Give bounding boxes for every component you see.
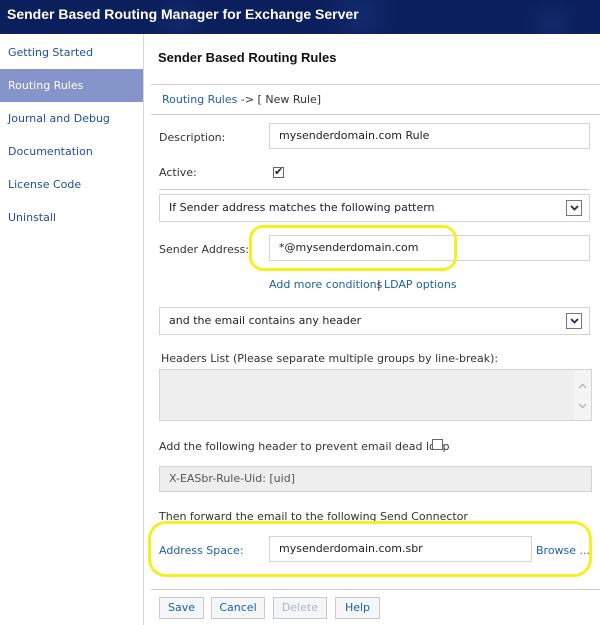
sidebar-item-documentation[interactable]: Documentation	[0, 135, 143, 168]
divider	[151, 589, 600, 590]
main-panel: Sender Based Routing Rules Routing Rules…	[145, 34, 600, 625]
page-title: Sender Based Routing Rules	[158, 50, 337, 65]
app-title-bar: Sender Based Routing Manager for Exchang…	[0, 0, 600, 34]
headers-list-label: Headers List (Please separate multiple g…	[161, 352, 499, 365]
sidebar-item-getting-started[interactable]: Getting Started	[0, 36, 143, 69]
dead-loop-checkbox[interactable]	[432, 439, 443, 450]
headers-list-textarea[interactable]	[159, 369, 592, 421]
sender-address-input[interactable]: *@mysenderdomain.com	[269, 235, 590, 261]
breadcrumb-separator: ->	[237, 93, 258, 106]
description-label: Description:	[159, 131, 226, 144]
help-button[interactable]: Help	[335, 597, 380, 619]
sidebar-item-journal-and-debug[interactable]: Journal and Debug	[0, 102, 143, 135]
checkmark-icon: ✔	[274, 165, 284, 178]
address-space-input[interactable]: mysenderdomain.com.sbr	[269, 536, 532, 562]
scroll-up-icon[interactable]	[578, 383, 587, 389]
save-button[interactable]: Save	[159, 597, 204, 619]
sidebar-nav: Getting Started Routing Rules Journal an…	[0, 34, 144, 625]
delete-button[interactable]: Delete	[273, 597, 327, 619]
divider	[151, 84, 600, 85]
condition-type-select[interactable]: If Sender address matches the following …	[159, 194, 590, 222]
breadcrumb-routing-rules-link[interactable]: Routing Rules	[162, 93, 237, 106]
scroll-down-icon[interactable]	[578, 403, 587, 409]
forward-label: Then forward the email to the following …	[159, 510, 468, 523]
cancel-button[interactable]: Cancel	[211, 597, 265, 619]
sender-address-label: Sender Address:	[159, 243, 250, 256]
textarea-scrollbar[interactable]	[574, 370, 591, 420]
address-space-label: Address Space:	[159, 544, 244, 557]
breadcrumb: Routing Rules -> [ New Rule]	[162, 93, 321, 106]
breadcrumb-current: [ New Rule]	[257, 93, 322, 106]
header-condition-value: and the email contains any header	[169, 314, 362, 327]
header-condition-select[interactable]: and the email contains any header	[159, 307, 590, 335]
divider	[151, 114, 600, 115]
condition-type-value: If Sender address matches the following …	[169, 201, 435, 214]
sidebar-item-license-code[interactable]: License Code	[0, 168, 143, 201]
chevron-down-icon[interactable]	[566, 200, 582, 216]
browse-link[interactable]: Browse ...	[536, 544, 590, 557]
active-label: Active:	[159, 166, 197, 179]
sidebar-item-uninstall[interactable]: Uninstall	[0, 201, 143, 234]
links-separator: |	[377, 278, 381, 291]
app-title: Sender Based Routing Manager for Exchang…	[7, 6, 359, 22]
add-more-conditions-link[interactable]: Add more conditions	[269, 278, 382, 291]
divider	[159, 189, 590, 190]
sidebar-item-routing-rules[interactable]: Routing Rules	[0, 69, 143, 102]
chevron-down-icon[interactable]	[566, 313, 582, 329]
ldap-options-link[interactable]: LDAP options	[384, 278, 457, 291]
dead-loop-header-input[interactable]: X-EASbr-Rule-Uid: [uid]	[159, 466, 592, 492]
dead-loop-label: Add the following header to prevent emai…	[159, 440, 450, 453]
description-input[interactable]: mysenderdomain.com Rule	[269, 123, 590, 149]
active-checkbox[interactable]: ✔	[273, 165, 284, 178]
